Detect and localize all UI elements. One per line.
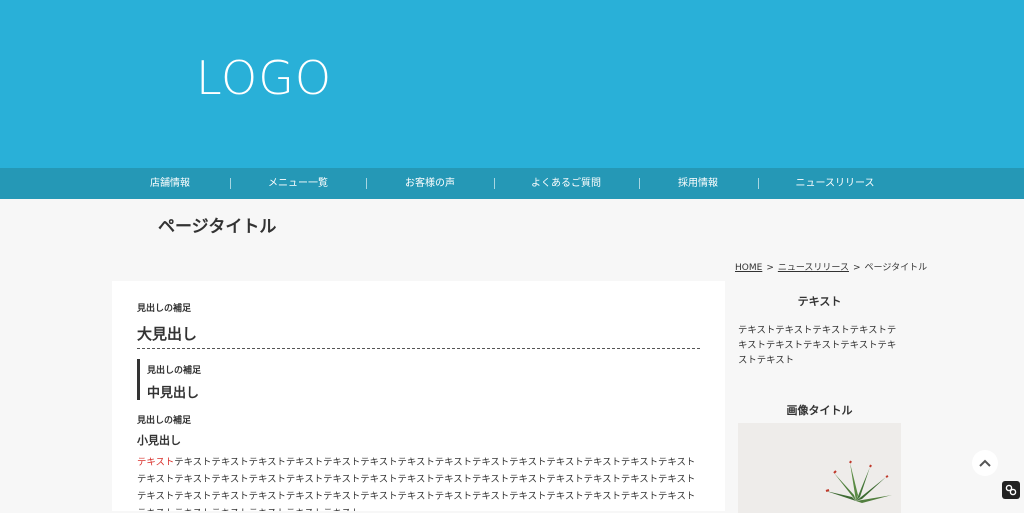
large-heading: 大見出し (137, 323, 700, 349)
nav-divider (366, 178, 367, 189)
nav-item-store-info[interactable]: 店舗情報 (150, 168, 190, 199)
nav-item-faq[interactable]: よくあるご質問 (531, 168, 601, 199)
sidebar-image-heading: 画像タイトル (786, 404, 853, 417)
large-heading-block: 見出しの補足 大見出し (137, 301, 700, 349)
nav-item-menu[interactable]: メニュー一覧 (268, 168, 328, 199)
nav-item-news[interactable]: ニュースリリース (796, 168, 875, 199)
highlight-text: テキスト (137, 457, 175, 468)
breadcrumb-parent-link[interactable]: ニュースリリース (778, 263, 849, 273)
mid-heading: 中見出し (147, 386, 200, 401)
body-text: テキストテキストテキストテキストテキストテキストテキストテキストテキストテキスト… (137, 457, 696, 511)
body-paragraph: テキストテキストテキストテキストテキストテキストテキストテキストテキストテキスト… (137, 454, 700, 511)
scroll-to-top-button[interactable] (972, 450, 998, 476)
link-icon-button[interactable] (1002, 481, 1020, 499)
sidebar-text-heading: テキスト (797, 295, 842, 308)
logo[interactable]: LOGO (196, 50, 332, 106)
nav-divider (494, 178, 495, 189)
breadcrumb: HOME > ニュースリリース > ページタイトル (735, 260, 927, 273)
heading-supplement: 見出しの補足 (137, 416, 192, 426)
main-content: 見出しの補足 大見出し 見出しの補足 中見出し 見出しの補足 小見出し テキスト… (112, 281, 725, 511)
breadcrumb-separator: > (766, 263, 774, 273)
nav-item-recruit[interactable]: 採用情報 (678, 168, 718, 199)
nav-divider (230, 178, 231, 189)
site-header: LOGO (0, 0, 1024, 168)
nav-divider (758, 178, 759, 189)
heading-supplement: 見出しの補足 (147, 366, 202, 376)
breadcrumb-current: ページタイトル (864, 263, 928, 273)
link-icon (1005, 484, 1017, 496)
sidebar-text-body: テキストテキストテキストテキストテキストテキストテキストテキストテキストテキスト (738, 325, 897, 366)
mid-heading-block: 見出しの補足 中見出し (137, 359, 202, 401)
chevron-up-icon (979, 459, 991, 467)
global-nav: 店舗情報 メニュー一覧 お客様の声 よくあるご質問 採用情報 ニュースリリース (0, 168, 1024, 199)
sidebar: テキスト テキストテキストテキストテキストテキストテキストテキストテキストテキス… (738, 281, 901, 418)
plant-illustration (738, 423, 901, 513)
heading-supplement: 見出しの補足 (137, 304, 192, 314)
small-heading: 小見出し (137, 434, 181, 447)
nav-item-voice[interactable]: お客様の声 (405, 168, 455, 199)
nav-divider (639, 178, 640, 189)
small-heading-block: 見出しの補足 小見出し (137, 413, 191, 448)
breadcrumb-separator: > (852, 263, 861, 273)
page-title: ページタイトル (158, 217, 277, 237)
breadcrumb-home-link[interactable]: HOME (735, 263, 762, 273)
sidebar-plant-image (738, 423, 901, 513)
